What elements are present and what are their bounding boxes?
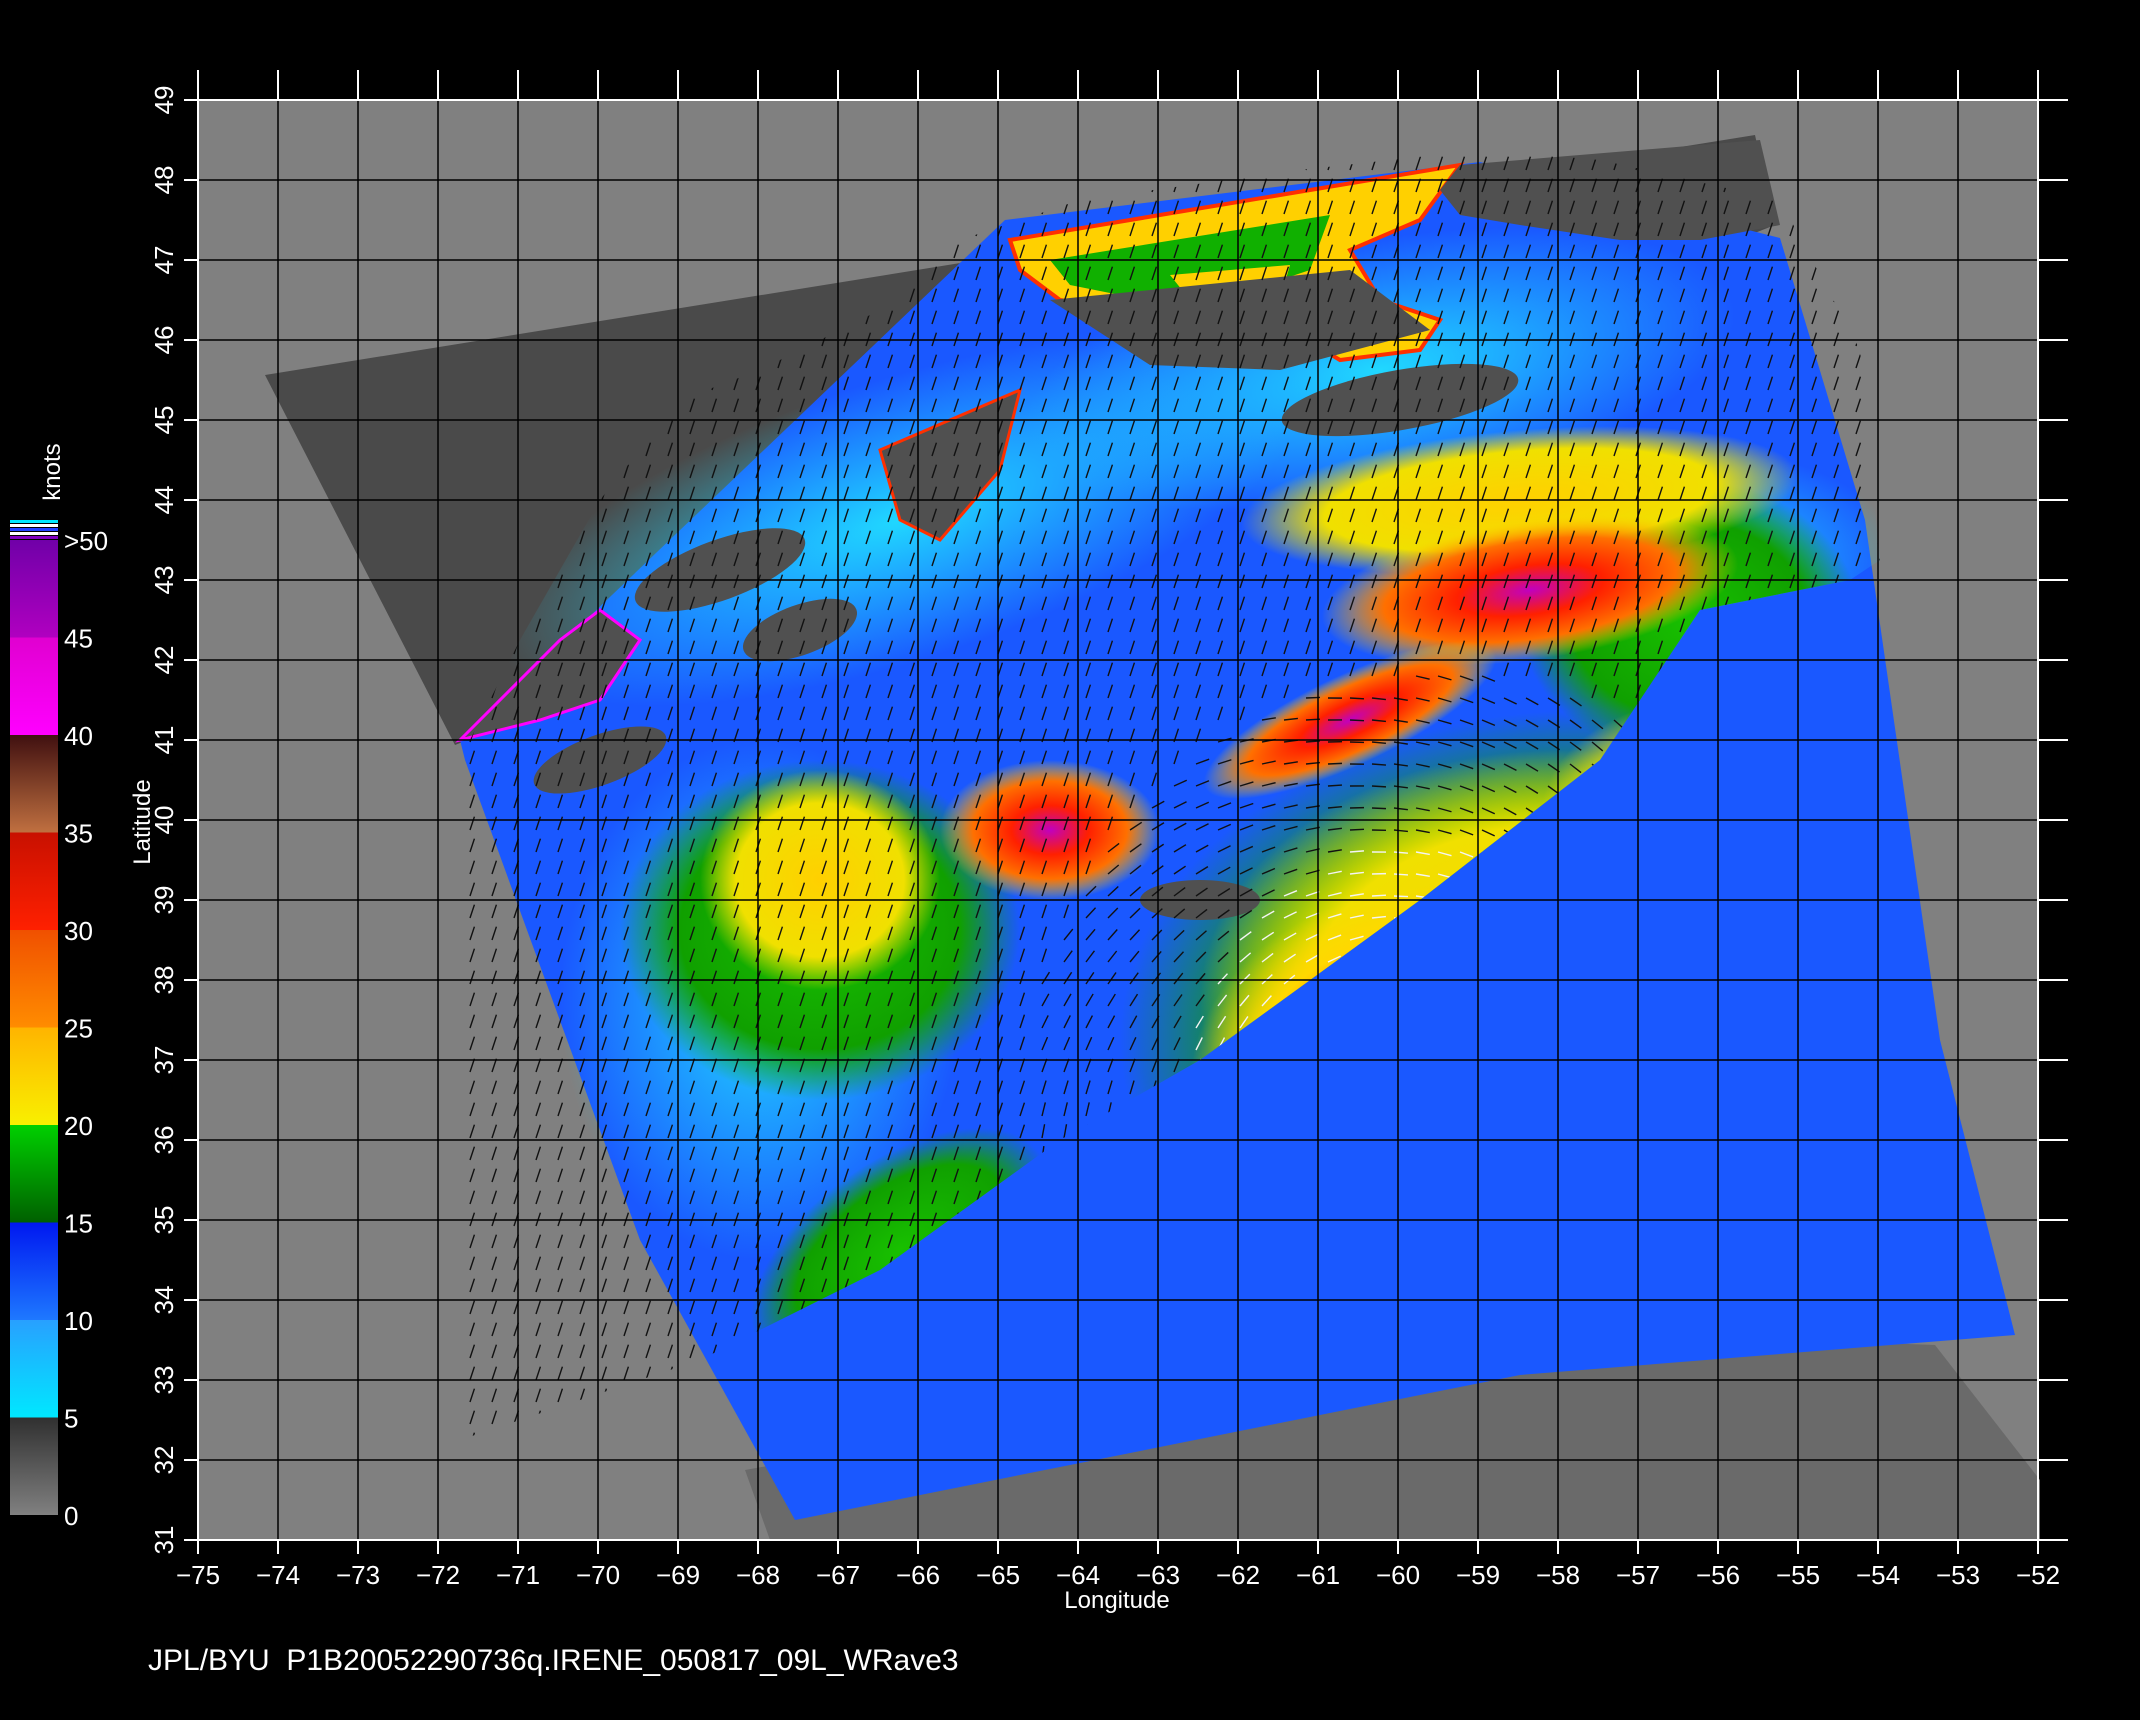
colorbar-band — [10, 540, 58, 638]
colorbar-cap-stripe — [10, 524, 58, 527]
product-id-label: P1B20052290736q.IRENE_050817_09L_WRave3 — [286, 1644, 959, 1677]
x-tick-label: −74 — [256, 1560, 300, 1590]
y-tick-label: 34 — [149, 1286, 179, 1315]
x-tick-label: −69 — [656, 1560, 700, 1590]
y-tick-label: 37 — [149, 1046, 179, 1075]
y-tick-label: 45 — [149, 406, 179, 435]
colorbar-label: 20 — [64, 1111, 93, 1141]
colorbar-band — [10, 637, 58, 735]
colorbar-title: knots — [39, 443, 66, 500]
x-tick-label: −57 — [1616, 1560, 1660, 1590]
x-tick-label: −54 — [1856, 1560, 1900, 1590]
wind-speed-colorbar — [10, 520, 58, 1515]
y-tick-label: 42 — [149, 646, 179, 675]
institution-label: JPL/BYU — [148, 1644, 270, 1677]
colorbar-labels: >50 45 40 35 30 25 20 15 10 5 0 — [64, 526, 108, 1531]
colorbar-band — [10, 930, 58, 1028]
colorbar-label: 45 — [64, 624, 93, 654]
x-tick-label: −59 — [1456, 1560, 1500, 1590]
x-tick-label: −66 — [896, 1560, 940, 1590]
colorbar-label: 40 — [64, 721, 93, 751]
y-tick-label: 48 — [149, 166, 179, 195]
x-tick-label: −58 — [1536, 1560, 1580, 1590]
y-tick-label: 46 — [149, 326, 179, 355]
x-tick-label: −61 — [1296, 1560, 1340, 1590]
x-tick-label: −72 — [416, 1560, 460, 1590]
wind-barb — [1349, 697, 1365, 700]
colorbar-label: 30 — [64, 916, 93, 946]
colorbar-band — [10, 832, 58, 930]
x-tick-label: −53 — [1936, 1560, 1980, 1590]
x-tick-label: −70 — [576, 1560, 620, 1590]
wind-barb — [1327, 784, 1343, 787]
x-tick-label: −55 — [1776, 1560, 1820, 1590]
y-tick-label: 47 — [149, 246, 179, 275]
colorbar-label: 10 — [64, 1306, 93, 1336]
x-tick-label: −71 — [496, 1560, 540, 1590]
x-tick-label: −60 — [1376, 1560, 1420, 1590]
y-tick-label: 36 — [149, 1126, 179, 1155]
y-axis-title: Latitude — [129, 779, 156, 864]
y-tick-label: 41 — [149, 726, 179, 755]
y-tick-label: 44 — [149, 486, 179, 515]
colorbar-label: 35 — [64, 819, 93, 849]
colorbar-cap-stripe — [10, 520, 58, 523]
y-tick-label: 32 — [149, 1446, 179, 1475]
x-tick-label: −68 — [736, 1560, 780, 1590]
colorbar-band — [10, 1125, 58, 1223]
colorbar-cap-stripe — [10, 528, 58, 531]
x-tick-label: −62 — [1216, 1560, 1260, 1590]
x-tick-label: −52 — [2016, 1560, 2060, 1590]
colorbar-band — [10, 1027, 58, 1125]
colorbar-label: 25 — [64, 1014, 93, 1044]
y-tick-label: 39 — [149, 886, 179, 915]
wind-barb — [1349, 828, 1365, 831]
colorbar-band — [10, 1417, 58, 1515]
y-tick-label: 43 — [149, 566, 179, 595]
colorbar-label: 0 — [64, 1501, 78, 1531]
wind-barb — [1371, 785, 1387, 788]
colorbar-band — [10, 735, 58, 833]
y-tick-label: 38 — [149, 966, 179, 995]
y-tick-label: 31 — [149, 1526, 179, 1555]
x-tick-label: −65 — [976, 1560, 1020, 1590]
colorbar-label: >50 — [64, 526, 108, 556]
x-tick-label: −56 — [1696, 1560, 1740, 1590]
wind-barb — [1327, 762, 1343, 765]
x-tick-label: −67 — [816, 1560, 860, 1590]
colorbar-cap-stripe — [10, 532, 58, 535]
x-tick-label: −64 — [1056, 1560, 1100, 1590]
x-tick-label: −75 — [176, 1560, 220, 1590]
colorbar-label: 15 — [64, 1209, 93, 1239]
wind-barb — [1349, 719, 1365, 722]
x-axis-title: Longitude — [1064, 1587, 1169, 1614]
wind-barb — [1371, 807, 1387, 810]
colorbar-band — [10, 1320, 58, 1418]
colorbar-cap-stripe — [10, 536, 58, 539]
y-tick-label: 33 — [149, 1366, 179, 1395]
x-tick-label: −73 — [336, 1560, 380, 1590]
colorbar-band — [10, 1222, 58, 1320]
x-tick-label: −63 — [1136, 1560, 1180, 1590]
wind-barb — [1371, 894, 1387, 897]
colorbar-label: 5 — [64, 1404, 78, 1434]
wind-barb — [1393, 873, 1409, 876]
y-tick-label: 35 — [149, 1206, 179, 1235]
y-tick-label: 49 — [149, 86, 179, 115]
product-caption: JPL/BYU P1B20052290736q.IRENE_050817_09L… — [148, 1644, 959, 1678]
wind-map-figure: −75 −74 −73 −72 −71 −70 −69 −68 −67 −66 −65 −64 −63 −… — [10, 70, 2068, 1614]
wind-barb — [1393, 895, 1409, 898]
